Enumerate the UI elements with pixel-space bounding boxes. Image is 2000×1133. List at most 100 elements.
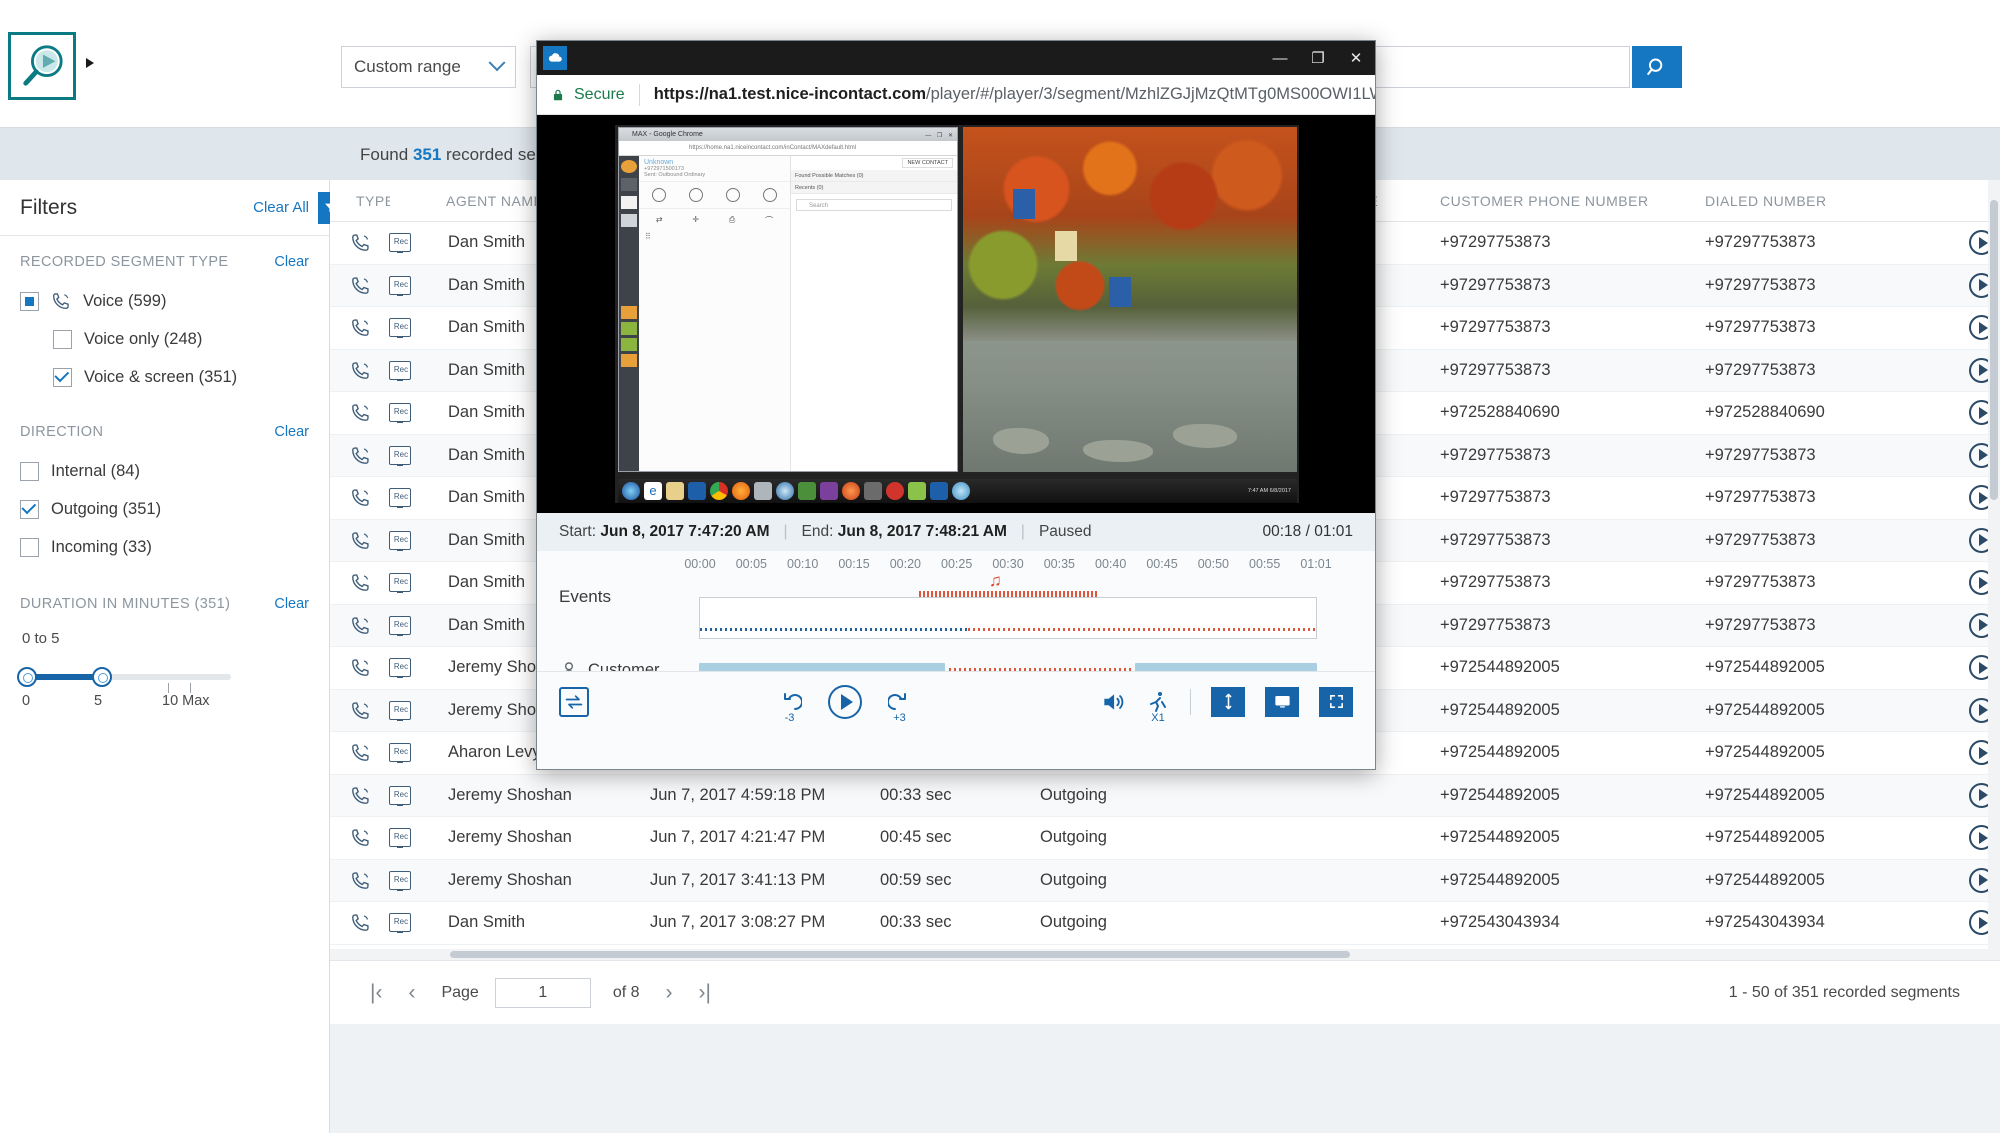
checkbox-unchecked[interactable] <box>53 330 72 349</box>
taskbar-app-icon <box>776 482 794 500</box>
cell-customer-phone: +97297753873 <box>1440 361 1705 380</box>
filter-group-clear[interactable]: Clear <box>274 596 309 612</box>
cell-type <box>330 827 448 848</box>
playback-speed-label: X1 <box>1151 712 1164 724</box>
cell-actions <box>1905 273 2000 298</box>
start-label: Start: <box>559 523 596 541</box>
address-bar[interactable]: Secure https://na1.test.nice-incontact.c… <box>537 75 1375 115</box>
rewind-3-button[interactable]: -3 <box>778 690 802 714</box>
table-row[interactable]: Dan SmithJun 7, 2017 3:08:27 PM00:33 sec… <box>330 902 2000 945</box>
phone-call-icon <box>350 657 371 678</box>
filter-group-title: DIRECTION <box>20 424 103 440</box>
phone-call-icon <box>350 912 371 933</box>
filter-item-voice[interactable]: Voice (599) <box>20 282 309 320</box>
screen-recording-icon <box>389 828 411 847</box>
captured-right-panel: NEW CONTACT Found Possible Matches (0) R… <box>791 156 957 471</box>
cell-type <box>330 912 448 933</box>
volume-button[interactable] <box>1100 689 1126 715</box>
chevron-down-icon <box>489 54 506 71</box>
address-url[interactable]: https://na1.test.nice-incontact.com/play… <box>654 85 1375 104</box>
captured-dialpad-icon: ✛ <box>692 215 699 226</box>
minimize-button[interactable]: — <box>1261 41 1299 75</box>
swap-streams-button[interactable] <box>559 687 589 717</box>
rail-swatch <box>621 178 637 191</box>
table-row[interactable]: Jeremy ShoshanJun 7, 2017 3:41:13 PM00:5… <box>330 860 2000 903</box>
slider-handle-min[interactable] <box>17 667 37 687</box>
timeline-tick-label: 00:50 <box>1198 557 1229 571</box>
phone-call-icon <box>350 275 371 296</box>
filter-group-clear[interactable]: Clear <box>274 254 309 270</box>
captured-window-title-text: MAX - Google Chrome <box>632 131 703 138</box>
player-title-bar[interactable]: — ❐ ✕ <box>537 41 1375 75</box>
date-range-select[interactable]: Custom range <box>341 46 516 88</box>
app-logo[interactable] <box>8 32 76 100</box>
scrollbar-thumb[interactable] <box>1990 200 1998 500</box>
playback-speed-button[interactable]: X1 <box>1146 690 1170 714</box>
fullscreen-button[interactable] <box>1319 687 1353 717</box>
split-layout-button[interactable] <box>1211 687 1245 717</box>
events-track[interactable] <box>699 597 1317 639</box>
checkbox-unchecked[interactable] <box>20 462 39 481</box>
table-vertical-scrollbar[interactable] <box>1988 180 2000 960</box>
window-buttons: — ❐ ✕ <box>1261 41 1375 75</box>
sidebar-expand-caret-icon[interactable] <box>86 58 94 68</box>
timeline-tick-label: 00:10 <box>787 557 818 571</box>
clear-all-button[interactable]: Clear All <box>253 199 309 216</box>
cell-actions <box>1905 443 2000 468</box>
slider-fill <box>26 674 102 680</box>
filter-item-outgoing[interactable]: Outgoing (351) <box>20 490 309 528</box>
last-page-button[interactable]: ›| <box>699 981 711 1005</box>
filter-item-incoming[interactable]: Incoming (33) <box>20 528 309 566</box>
column-header-type[interactable]: TYPE <box>330 193 390 209</box>
table-row[interactable]: Jeremy ShoshanJun 7, 2017 4:59:18 PM00:3… <box>330 775 2000 818</box>
filter-item-internal[interactable]: Internal (84) <box>20 452 309 490</box>
checkbox-partial[interactable] <box>20 292 39 311</box>
column-header-customer-phone[interactable]: CUSTOMER PHONE NUMBER <box>1440 193 1705 209</box>
filter-group-clear[interactable]: Clear <box>274 424 309 440</box>
screen-only-layout-button[interactable] <box>1265 687 1299 717</box>
cell-actions <box>1905 230 2000 255</box>
column-header-dialed-number[interactable]: DIALED NUMBER <box>1705 193 1905 209</box>
cell-customer-phone: +972544892005 <box>1440 701 1705 720</box>
first-page-button[interactable]: |‹ <box>370 981 382 1005</box>
cell-actions <box>1905 740 2000 765</box>
music-note-icon: ♫ <box>989 571 1002 591</box>
taskbar-chrome-icon <box>710 482 728 500</box>
lock-icon <box>551 87 565 103</box>
cell-actions <box>1905 783 2000 808</box>
checkbox-checked[interactable] <box>20 500 39 519</box>
cell-dialed-number: +972544892005 <box>1705 743 1905 762</box>
play-button[interactable] <box>828 685 862 719</box>
table-row[interactable]: Jeremy ShoshanJun 7, 2017 4:21:47 PM00:4… <box>330 817 2000 860</box>
cell-customer-phone: +97297753873 <box>1440 531 1705 550</box>
filter-item-voice-and-screen[interactable]: Voice & screen (351) <box>20 358 309 396</box>
maximize-button[interactable]: ❐ <box>1299 41 1337 75</box>
date-range-value: Custom range <box>354 57 461 77</box>
player-video-area[interactable]: MAX - Google Chrome — ❐ ✕ https://home.n… <box>537 115 1375 513</box>
checkbox-unchecked[interactable] <box>20 538 39 557</box>
captured-hangup-icon: ⌒ <box>765 215 773 226</box>
rail-avatar-icon <box>621 160 637 173</box>
forward-3-button[interactable]: +3 <box>888 690 912 714</box>
page-number-input[interactable]: 1 <box>495 978 591 1008</box>
scrollbar-thumb[interactable] <box>450 951 1350 958</box>
previous-page-button[interactable]: ‹ <box>408 981 415 1005</box>
slider-handle-max[interactable] <box>92 667 112 687</box>
close-button[interactable]: ✕ <box>1337 41 1375 75</box>
search-icon <box>1646 56 1668 78</box>
cell-dialed-number: +972543043934 <box>1705 913 1905 932</box>
table-horizontal-scrollbar[interactable] <box>330 949 1988 960</box>
rail-swatch <box>621 306 637 319</box>
search-button[interactable] <box>1632 46 1682 88</box>
checkbox-checked[interactable] <box>53 368 72 387</box>
duration-slider[interactable]: 0 5 10 Max <box>22 665 234 711</box>
filter-item-label: Voice (599) <box>83 292 166 311</box>
filter-item-voice-only[interactable]: Voice only (248) <box>20 320 309 358</box>
next-page-button[interactable]: › <box>666 981 673 1005</box>
captured-contact-sub: Sent: Outbound Ordinary <box>644 172 785 178</box>
phone-call-icon <box>350 487 371 508</box>
timeline-tick-label: 01:01 <box>1300 557 1331 571</box>
taskbar-start-icon <box>622 482 640 500</box>
cell-type <box>330 317 448 338</box>
taskbar-app-icon <box>952 482 970 500</box>
